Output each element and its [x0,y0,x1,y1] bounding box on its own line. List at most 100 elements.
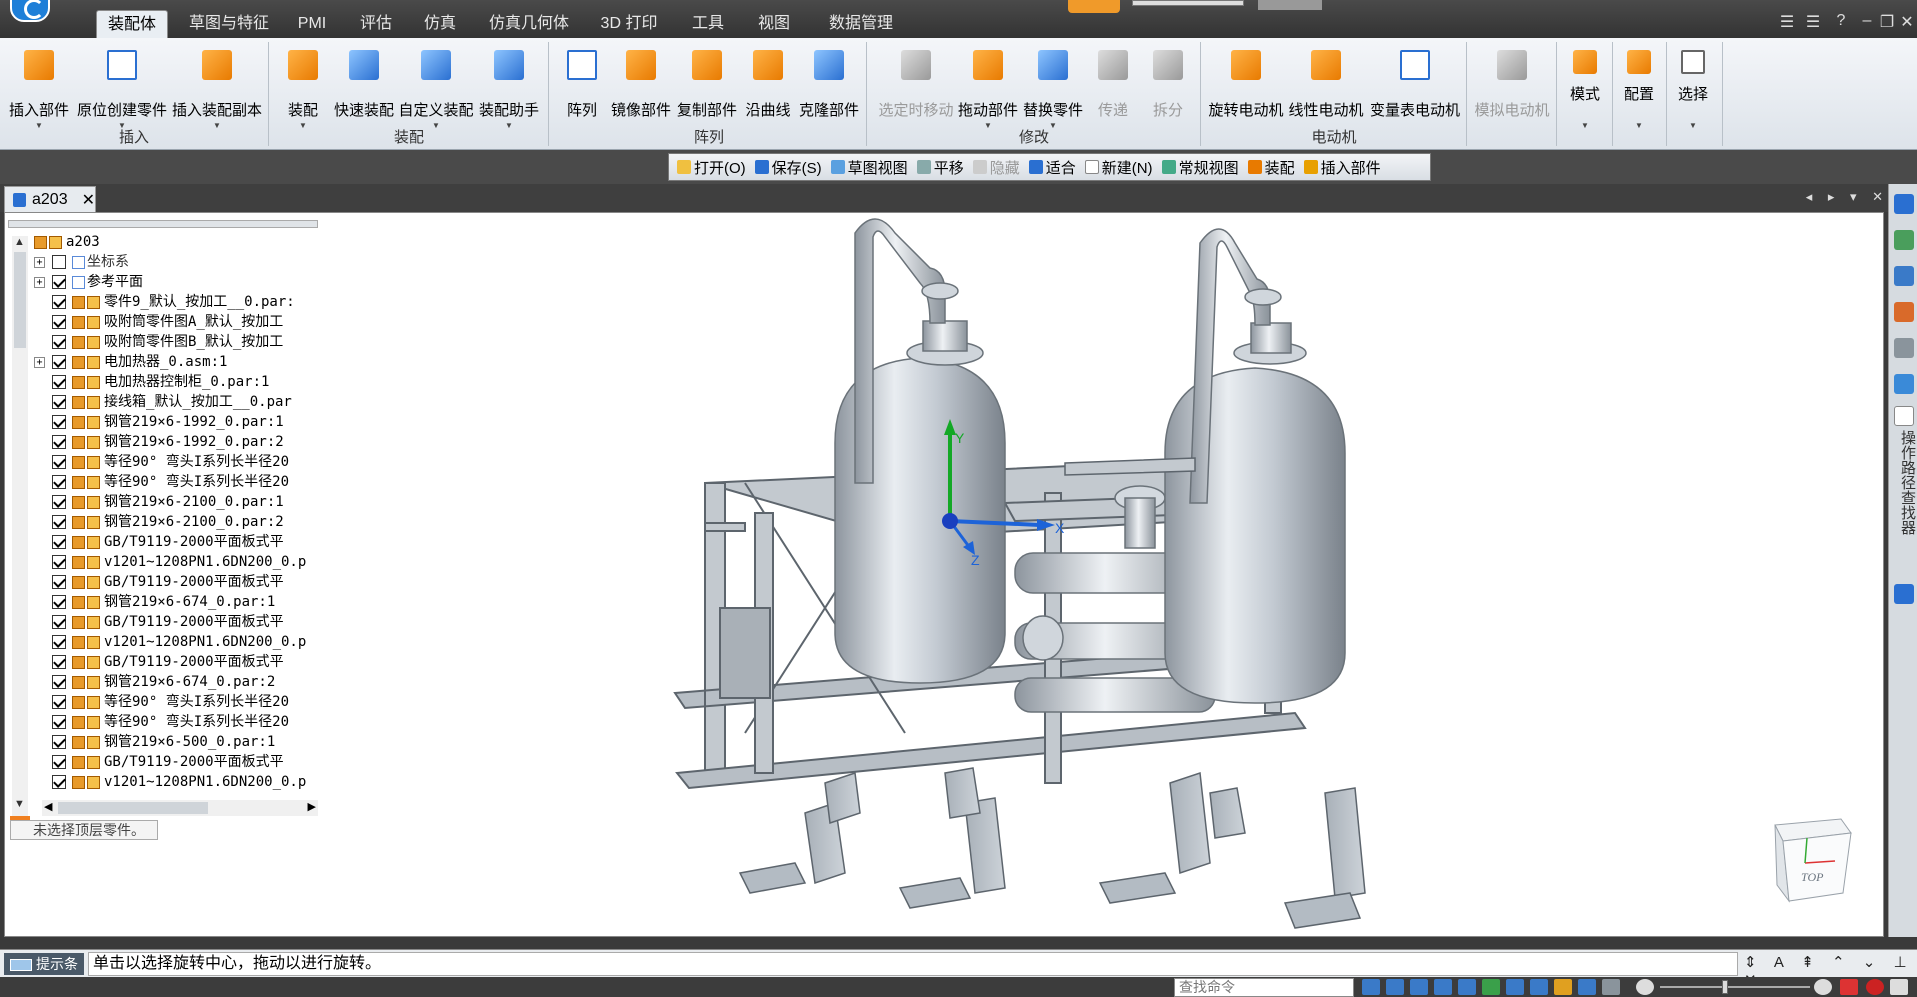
document-controls[interactable]: ◂ ▸ ▾ ✕ [1806,189,1889,205]
visibility-checkbox[interactable] [52,555,66,569]
layout-icon[interactable]: ☰ [1776,12,1798,32]
pathfinder-tab-icon[interactable] [1894,406,1914,426]
tree-item[interactable]: 钢管219×6-2100_0.par:1 [34,492,324,512]
orient-view-icon[interactable] [1506,979,1524,995]
move-when-selected-button[interactable]: 选定时移动 [872,44,960,132]
scroll-down-icon[interactable]: ▼ [14,798,25,810]
tree-item[interactable]: + 参考平面 [34,272,324,292]
assemble-assistant-button[interactable]: 装配助手 ▼ [476,44,542,132]
tree-item[interactable]: v1201~1208PN1.6DN200_0.p [34,632,324,652]
settings-icon[interactable] [1894,584,1914,604]
rotate-view-icon[interactable] [1482,979,1500,995]
clone-part-button[interactable]: 克隆部件 [796,44,862,132]
visibility-checkbox[interactable] [52,715,66,729]
visibility-checkbox[interactable] [52,735,66,749]
assemble-quick-button[interactable]: 装配 [1247,157,1295,178]
help-icon[interactable]: ? [1830,12,1852,30]
pathfinder-tab-label[interactable]: 操作路径查找器 [1892,430,1916,535]
visibility-checkbox[interactable] [52,395,66,409]
open-button[interactable]: 打开(O) [677,157,746,178]
visibility-checkbox[interactable] [52,535,66,549]
tab-sketch-features[interactable]: 草图与特征 [186,10,272,38]
pan-button[interactable]: 平移 [916,157,964,178]
layers-icon[interactable] [1894,266,1914,286]
mirror-part-button[interactable]: 镜像部件 [608,44,674,132]
zoom-in-icon[interactable] [1814,979,1832,995]
insert-copy-button[interactable]: 插入装配副本 ▼ [170,44,264,132]
document-tab[interactable]: a203 ✕ [4,186,96,212]
fit-button[interactable]: 适合 [1028,157,1076,178]
visibility-checkbox[interactable] [52,655,66,669]
linear-motor-button[interactable]: 线性电动机 [1286,44,1366,132]
select-button[interactable]: 选择 ▼ [1668,44,1718,132]
quick-access-button[interactable] [1258,0,1322,10]
tree-item[interactable]: GB/T9119-2000平面板式平 [34,752,324,772]
scroll-right-icon[interactable]: ▶ [308,800,316,813]
tab-pmi[interactable]: PMI [292,10,332,38]
tab-sim-geometry[interactable]: 仿真几何体 [486,10,572,38]
tree-item[interactable]: + 坐标系 [34,252,324,272]
tree-item[interactable]: GB/T9119-2000平面板式平 [34,652,324,672]
tab-evaluate[interactable]: 评估 [354,10,398,38]
scroll-up-icon[interactable]: ▲ [14,236,25,248]
zoom-slider-thumb[interactable] [1722,980,1728,994]
display-icon[interactable] [1602,979,1620,995]
visibility-checkbox[interactable] [52,575,66,589]
tree-item[interactable]: v1201~1208PN1.6DN200_0.p [34,552,324,572]
tab-3d-print[interactable]: 3D 打印 [596,10,662,38]
mode-button[interactable]: 模式 ▼ [1560,44,1610,132]
layout2-icon[interactable]: ☰ [1802,12,1824,32]
quick-access-orange-button[interactable] [1068,0,1120,13]
tree-vertical-scrollbar[interactable]: ▲ ▼ [12,236,28,816]
close-icon[interactable]: ✕ [1896,12,1917,32]
tree-item[interactable]: 电加热器控制柜_0.par:1 [34,372,324,392]
tree-item[interactable]: GB/T9119-2000平面板式平 [34,572,324,592]
tab-data-management[interactable]: 数据管理 [818,10,904,38]
visibility-checkbox[interactable] [52,375,66,389]
expand-icon[interactable]: + [34,276,45,288]
minimize-icon[interactable]: ‒ [1856,12,1878,30]
tab-tools[interactable]: 工具 [686,10,730,38]
help-panel-icon[interactable] [1894,194,1914,214]
tree-item[interactable]: 钢管219×6-674_0.par:1 [34,592,324,612]
quick-access-field[interactable] [1132,0,1244,6]
new-button[interactable]: 新建(N) [1084,157,1153,178]
tree-item[interactable]: 等径90° 弯头I系列长半径20 [34,472,324,492]
view-style-icon[interactable] [1530,979,1548,995]
expand-icon[interactable] [1890,979,1908,995]
tab-view[interactable]: 视图 [752,10,796,38]
visibility-checkbox[interactable] [52,695,66,709]
tree-item[interactable]: v1201~1208PN1.6DN200_0.p [34,772,324,792]
normal-view-button[interactable]: 常规视图 [1161,157,1239,178]
video-icon[interactable] [1840,979,1858,995]
tree-item[interactable]: 钢管219×6-2100_0.par:2 [34,512,324,532]
tree-item[interactable]: 钢管219×6-500_0.par:1 [34,732,324,752]
zoom-icon[interactable] [1458,979,1476,995]
tree-item[interactable]: 钢管219×6-1992_0.par:2 [34,432,324,452]
tree-item[interactable]: + 电加热器_0.asm:1 [34,352,324,372]
visibility-checkbox[interactable] [52,615,66,629]
palette-icon[interactable] [1894,302,1914,322]
visibility-checkbox[interactable] [52,515,66,529]
zoom-out-icon[interactable] [1636,979,1654,995]
tree-item[interactable]: 钢管219×6-1992_0.par:1 [34,412,324,432]
create-in-place-button[interactable]: 原位创建零件 ▼ [76,44,168,132]
render-icon[interactable] [1554,979,1572,995]
insert-part-button[interactable]: 插入部件 ▼ [4,44,74,132]
replace-part-button[interactable]: 替换零件 ▼ [1020,44,1086,132]
quick-assemble-button[interactable]: 快速装配 [332,44,396,132]
restore-icon[interactable]: ❐ [1876,12,1898,32]
view-rotate-icon[interactable] [1362,979,1380,995]
variable-table-motor-button[interactable]: 变量表电动机 [1368,44,1462,132]
visibility-checkbox[interactable] [52,775,66,789]
tree-horizontal-scrollbar[interactable]: ◀ ▶ [42,800,318,816]
fit-view-icon[interactable] [1410,979,1428,995]
tree-item[interactable]: 吸附筒零件图A_默认_按加工 [34,312,324,332]
visibility-checkbox[interactable] [52,595,66,609]
visibility-checkbox[interactable] [52,435,66,449]
copy-part-button[interactable]: 复制部件 [674,44,740,132]
record-icon[interactable] [1866,979,1884,995]
scroll-left-icon[interactable]: ◀ [44,800,52,813]
color-panel-icon[interactable] [1894,230,1914,250]
tree-item[interactable]: 钢管219×6-674_0.par:2 [34,672,324,692]
